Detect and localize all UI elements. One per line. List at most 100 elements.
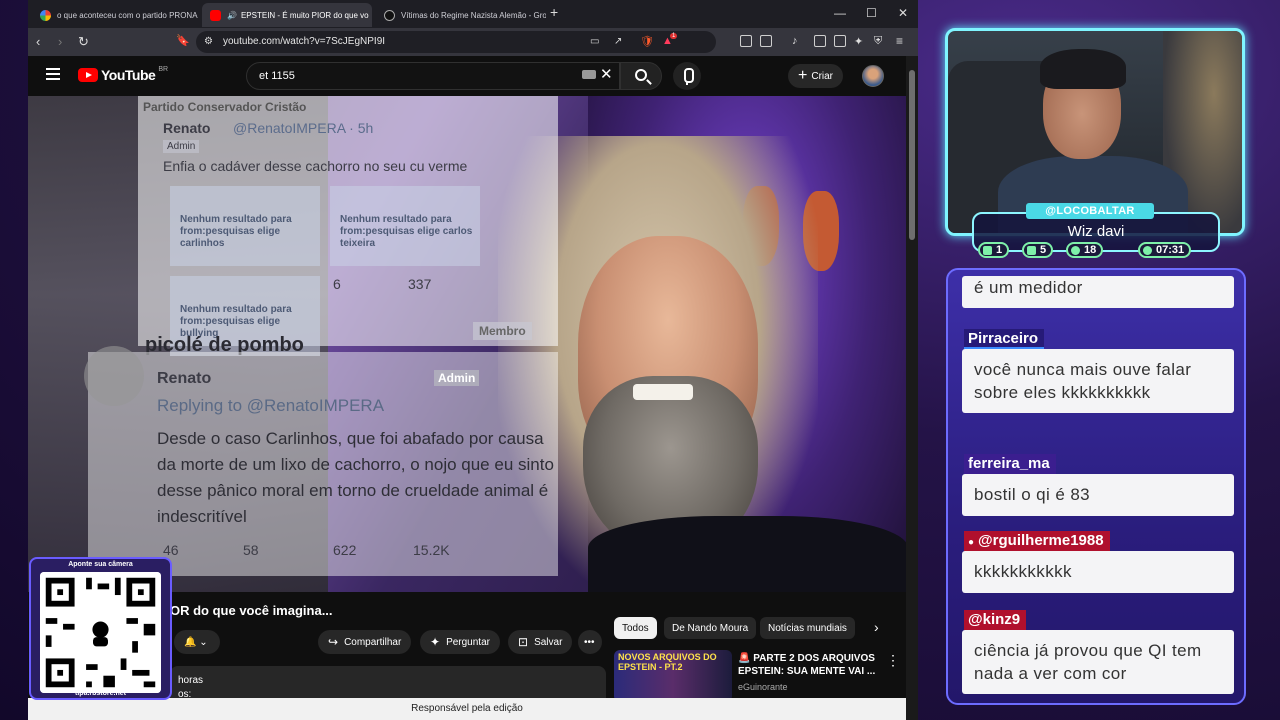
description-line: horas	[178, 675, 204, 686]
youtube-play-icon	[78, 68, 98, 82]
tab-youtube[interactable]: 🔊 EPSTEIN - É muito PIOR do que vo ✕	[202, 3, 372, 27]
save-label: Salvar	[534, 636, 563, 648]
chat-panel: é um medidor Pirraceiro você nunca mais …	[946, 268, 1246, 705]
voice-search-button[interactable]	[673, 62, 701, 90]
hamburger-menu-icon[interactable]	[46, 68, 60, 80]
chip-noticias[interactable]: Notícias mundiais	[760, 617, 855, 639]
bookmark-icon[interactable]: 🔖	[176, 34, 190, 47]
page-scrollbar[interactable]	[906, 56, 918, 720]
game-name: Wiz davi	[1067, 223, 1125, 240]
keyboard-icon[interactable]	[582, 70, 596, 79]
thumbnail-text: NOVOS ARQUIVOS DO EPSTEIN - PT.2	[618, 652, 717, 672]
brave-shield-icon[interactable]: 🛡	[640, 35, 654, 48]
screenshot-icon[interactable]	[760, 35, 772, 47]
extensions-icon[interactable]	[740, 35, 752, 47]
search-button[interactable]	[620, 62, 662, 90]
menu-icon[interactable]: ≡	[896, 34, 903, 48]
tab-strip: o que aconteceu com o partido PRONA - Pe…	[28, 0, 918, 28]
forward-icon[interactable]: ›	[58, 34, 62, 49]
vpn-icon[interactable]: ⛨	[874, 35, 882, 48]
back-icon[interactable]: ‹	[36, 34, 40, 49]
person-teeth	[633, 384, 693, 400]
cast-icon[interactable]: ▭	[590, 36, 599, 47]
person-shirt	[588, 516, 906, 592]
account-avatar[interactable]	[862, 65, 884, 87]
sparkle-icon: ✦	[430, 635, 441, 649]
music-icon[interactable]: ♪	[792, 35, 798, 47]
reload-icon[interactable]: ↻	[78, 34, 89, 50]
video-title: OR do que você imagina...	[170, 603, 333, 618]
chip-todos[interactable]: Todos	[614, 617, 657, 639]
tab-grok[interactable]: Vítimas do Regime Nazista Alemão - Grok	[376, 3, 546, 27]
bell-icon: 🔔 ⌄	[184, 636, 208, 648]
qr-url: tipa.rbstore.net	[75, 690, 126, 697]
link-icon	[1071, 245, 1080, 255]
reply-likes-count: 622	[333, 542, 357, 558]
stat-value: 07:31	[1156, 244, 1185, 256]
chat-username: @kinz9	[964, 610, 1027, 630]
reply-admin-badge: Admin	[434, 370, 480, 386]
sidebar-icon[interactable]	[814, 35, 826, 47]
site-info-icon[interactable]: ⚙	[204, 36, 213, 47]
search-input[interactable]: et 1155	[246, 62, 620, 90]
recommendation-title[interactable]: 🚨 PARTE 2 DOS ARQUIVOS EPSTEIN: SUA MENT…	[738, 652, 888, 678]
chat-message: é um medidor	[962, 276, 1234, 308]
recommendation-thumbnail[interactable]: NOVOS ARQUIVOS DO EPSTEIN - PT.2	[614, 650, 732, 702]
chat-username: ● @rguilherme1988	[964, 531, 1110, 551]
youtube-logo[interactable]: YouTube BR	[78, 65, 169, 83]
tweet-screenshot-overlay: Partido Conservador Cristão Renato @Rena…	[84, 96, 558, 576]
share-arrow-icon: ↪	[328, 635, 339, 649]
clear-search-icon[interactable]: ✕	[600, 65, 613, 83]
more-icon: •••	[584, 636, 595, 648]
reply-views-count: 15.2K	[413, 542, 450, 558]
create-label: Criar	[811, 70, 834, 82]
youtube-icon	[1027, 245, 1036, 255]
kebab-menu-icon[interactable]: ⋮	[886, 652, 900, 669]
qr-caption: Aponte sua câmera	[68, 561, 133, 568]
address-bar: ‹ › ↻ 🔖 youtube.com/watch?v=7ScJEgNPI9I …	[28, 28, 918, 56]
url-field[interactable]: youtube.com/watch?v=7ScJEgNPI9I	[196, 31, 716, 53]
qr-widget: Aponte sua câmera tipa.rbstore.net	[29, 557, 172, 700]
share-label: Compartilhar	[344, 636, 402, 648]
tab-title: EPSTEIN - É muito PIOR do que vo	[240, 10, 369, 20]
minimize-button[interactable]: —	[834, 6, 846, 20]
reply-avatar	[84, 346, 144, 406]
leo-ai-icon[interactable]: ✦	[854, 35, 863, 48]
country-code: BR	[158, 65, 169, 73]
views-count: 337	[408, 276, 432, 292]
google-icon	[40, 9, 51, 21]
video-player[interactable]: Partido Conservador Cristão Renato @Rena…	[28, 96, 906, 592]
recommendation-channel[interactable]: eGuinorante	[738, 682, 788, 692]
tab-title: Vítimas do Regime Nazista Alemão - Grok	[401, 10, 546, 20]
new-tab-button[interactable]: +	[550, 4, 558, 20]
reposts-count: 58	[243, 542, 259, 558]
search-result-cell: Nenhum resultado para from:pesquisas eli…	[330, 186, 480, 266]
chip-nando-moura[interactable]: De Nando Moura	[664, 617, 757, 639]
chat-username: ferreira_ma	[964, 454, 1056, 474]
tweet-author: Renato	[163, 120, 211, 136]
save-button[interactable]: ⊡ Salvar	[508, 630, 573, 654]
share-icon[interactable]: ↗	[614, 36, 622, 47]
ask-button[interactable]: ✦ Perguntar	[420, 630, 500, 654]
wallet-icon[interactable]	[834, 35, 846, 47]
chevron-right-icon[interactable]: ›	[874, 619, 879, 635]
url-text: youtube.com/watch?v=7ScJEgNPI9I	[223, 36, 386, 47]
save-icon: ⊡	[518, 635, 529, 649]
close-window-button[interactable]: ✕	[898, 6, 908, 20]
tweet-handle: @RenatoIMPERA · 5h	[233, 120, 374, 136]
tab-google[interactable]: o que aconteceu com o partido PRONA - Pe	[32, 3, 198, 27]
create-button[interactable]: + Criar	[788, 64, 844, 88]
maximize-button[interactable]: ☐	[866, 6, 877, 20]
status-bar: Responsável pela edição	[28, 698, 906, 720]
notifications-button[interactable]: 🔔 ⌄	[174, 630, 220, 654]
more-actions-button[interactable]: •••	[578, 630, 602, 654]
scrollbar-thumb[interactable]	[909, 70, 915, 240]
streamer-hair	[1040, 49, 1126, 89]
stat-value: 5	[1040, 244, 1047, 256]
group-name: Partido Conservador Cristão	[143, 100, 307, 114]
share-button[interactable]: ↪ Compartilhar	[318, 630, 412, 654]
tab-title: o que aconteceu com o partido PRONA - Pe	[57, 10, 198, 20]
search-result-cell: Nenhum resultado para from:pesquisas eli…	[170, 186, 320, 266]
replies-count: 46	[163, 542, 179, 558]
chat-username-text: @rguilherme1988	[978, 532, 1104, 549]
